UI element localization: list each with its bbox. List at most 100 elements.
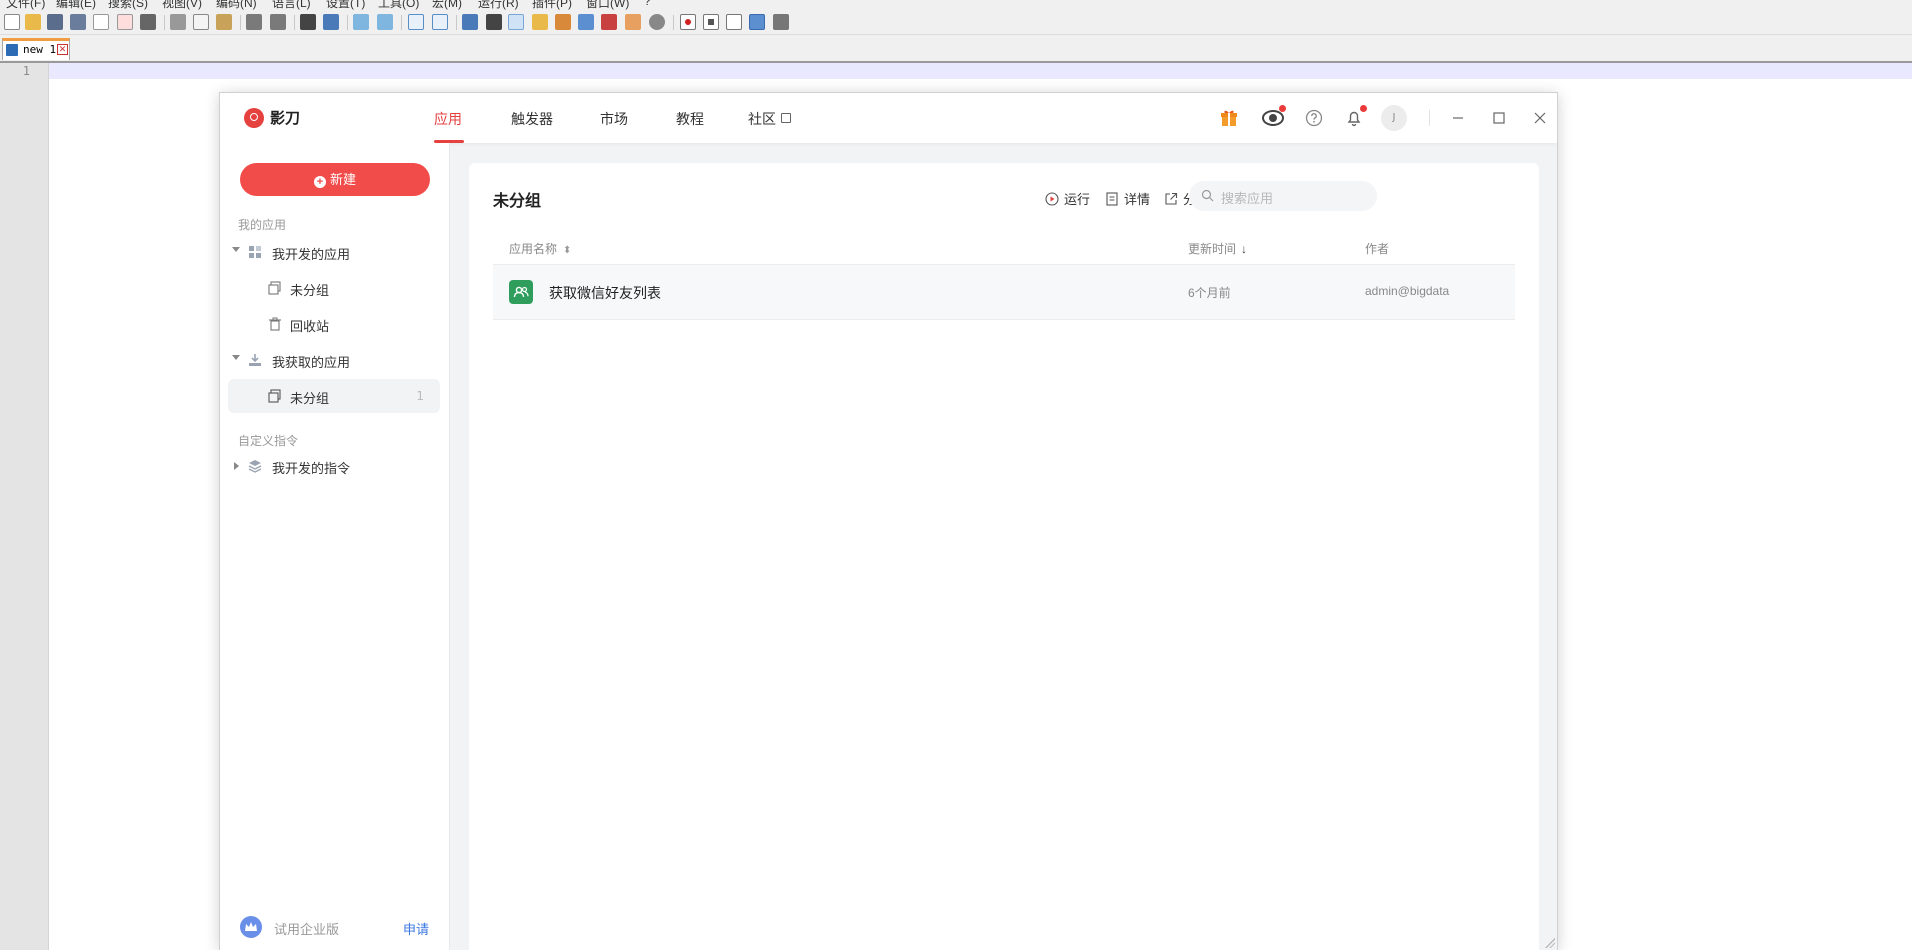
play-macro-icon[interactable] [726,14,742,30]
menu-language[interactable]: 语言(L) [272,0,311,10]
doc-switcher-icon[interactable] [625,14,641,30]
detail-button[interactable]: 详情 [1105,189,1150,209]
external-link-icon [781,113,791,123]
new-button-label: 新建 [329,172,356,187]
stop-macro-icon[interactable] [703,14,719,30]
close-file-icon[interactable] [93,14,109,30]
tree-recycle-bin[interactable]: 回收站 [228,307,440,341]
yingdao-window: 影刀 应用 触发器 市场 教程 社区 J + 新建 我的应用 我开发的应用 未分… [219,92,1558,950]
save-all-icon[interactable] [70,14,86,30]
search-input[interactable]: 搜索应用 [1189,181,1377,211]
show-all-chars-icon[interactable] [486,14,502,30]
menu-settings[interactable]: 设置(T) [326,0,365,10]
sync-vertical-icon[interactable] [408,14,424,30]
tree-acquired-apps[interactable]: 我获取的应用 [228,343,440,377]
detail-label: 详情 [1124,192,1151,207]
menu-edit[interactable]: 编辑(E) [56,0,96,10]
run-button[interactable]: 运行 [1045,189,1090,209]
menu-search[interactable]: 搜索(S) [108,0,148,10]
tree-developed-apps[interactable]: 我开发的应用 [228,235,440,269]
nav-triggers[interactable]: 触发器 [511,109,553,129]
preview-eye-icon[interactable] [1260,105,1286,131]
tab-close-icon[interactable]: ✕ [57,44,68,55]
gift-icon[interactable] [1216,105,1242,131]
project-panel-icon[interactable] [649,14,665,30]
line-number-gutter: 1 [0,63,49,950]
maximize-icon[interactable] [1486,105,1512,131]
copy-icon[interactable] [193,14,209,30]
col-header-name[interactable]: 应用名称 ⬍ [509,240,571,257]
tab-label: new 1 [23,43,57,56]
word-wrap-icon[interactable] [462,14,478,30]
tree-label: 未分组 [290,391,330,406]
menu-tools[interactable]: 工具(O) [378,0,419,10]
caret-down-icon[interactable] [232,355,240,360]
tree-label: 我开发的指令 [272,461,351,476]
menu-plugins[interactable]: 插件(P) [532,0,572,10]
toolbar-separator [347,15,348,30]
caret-right-icon[interactable] [234,462,239,470]
undo-icon[interactable] [246,14,262,30]
tab-new-1[interactable]: new 1 ✕ [2,38,70,60]
minimize-icon[interactable] [1445,105,1471,131]
resize-grip-icon[interactable] [1545,938,1555,948]
sort-down-arrow-icon[interactable]: ↓ [1241,242,1247,256]
menu-help[interactable]: ? [644,0,651,8]
zoom-in-icon[interactable] [353,14,369,30]
doc-map-icon[interactable] [532,14,548,30]
close-all-icon[interactable] [117,14,133,30]
open-file-icon[interactable] [25,14,41,30]
cut-icon[interactable] [170,14,186,30]
run-macro-multiple-icon[interactable] [749,14,765,30]
menu-view[interactable]: 视图(V) [162,0,202,10]
col-name-label: 应用名称 [509,242,558,256]
line-number: 1 [22,64,30,78]
save-macro-icon[interactable] [773,14,789,30]
indent-guide-icon[interactable] [508,14,524,30]
tree-ungrouped-developed[interactable]: 未分组 [228,271,440,305]
nav-community-label: 社区 [748,111,776,127]
share-icon [1164,192,1178,209]
menu-window[interactable]: 窗口(W) [586,0,629,10]
new-file-icon[interactable] [4,14,20,30]
caret-down-icon[interactable] [232,247,240,252]
menu-macro[interactable]: 宏(M) [432,0,462,10]
tree-ungrouped-acquired[interactable]: 未分组 1 [228,379,440,413]
new-app-button[interactable]: + 新建 [240,163,430,196]
editor-current-line[interactable] [49,63,1912,79]
nav-community[interactable]: 社区 [748,109,791,129]
paste-icon[interactable] [216,14,232,30]
close-icon[interactable] [1527,105,1553,131]
user-avatar[interactable]: J [1381,105,1407,131]
menu-encoding[interactable]: 编码(N) [216,0,257,10]
sync-horizontal-icon[interactable] [432,14,448,30]
sort-toggle-icon[interactable]: ⬍ [563,245,571,256]
record-macro-icon[interactable] [680,14,696,30]
table-row[interactable]: 获取微信好友列表 6个月前 admin@bigdata [493,264,1515,320]
nav-market[interactable]: 市场 [600,109,628,129]
npp-toolbar [0,10,1912,35]
toolbar-separator [240,15,241,30]
print-icon[interactable] [140,14,156,30]
redo-icon[interactable] [270,14,286,30]
tree-developed-commands[interactable]: 我开发的指令 [228,449,440,483]
download-icon [248,353,262,367]
nav-apps[interactable]: 应用 [434,109,462,129]
main-panel: 未分组 运行 详情 分享 更多 搜索应用 应用名称⬍ 更新时间↓ 作者 获取微信… [469,163,1539,950]
help-icon[interactable] [1301,105,1327,131]
replace-icon[interactable] [323,14,339,30]
zoom-out-icon[interactable] [377,14,393,30]
folder-workspace-icon[interactable] [578,14,594,30]
menu-file[interactable]: 文件(F) [6,0,45,10]
folder-copy-icon [268,389,282,403]
function-list-icon[interactable] [555,14,571,30]
trial-enterprise-banner: 试用企业版 申请 [220,913,449,943]
col-header-updated[interactable]: 更新时间 ↓ [1188,240,1247,257]
monitoring-icon[interactable] [601,14,617,30]
apply-link[interactable]: 申请 [403,919,429,938]
save-icon[interactable] [47,14,63,30]
find-icon[interactable] [300,14,316,30]
nav-tutorials[interactable]: 教程 [676,109,704,129]
bell-icon[interactable] [1341,105,1367,131]
menu-run[interactable]: 运行(R) [478,0,519,10]
